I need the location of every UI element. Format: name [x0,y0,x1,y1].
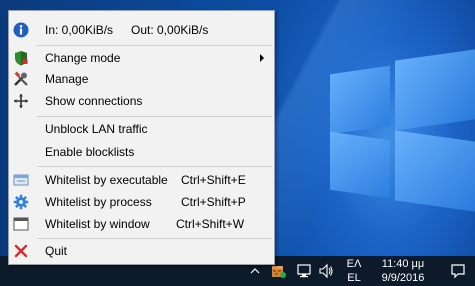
volume-tray-icon[interactable] [315,256,337,286]
clock[interactable]: 11:40 μμ 9/9/2016 [372,257,434,285]
executable-icon [13,174,29,186]
clock-time: 11:40 μμ [381,258,425,270]
traffic-status-row: In: 0,00KiB/s Out: 0,00KiB/s [9,19,274,41]
menu-item-label: Whitelist by executable [45,173,168,187]
chevron-up-icon [250,268,260,274]
clock-date: 9/9/2016 [381,272,425,284]
windows-logo-pane [395,49,475,131]
info-icon [13,22,29,38]
traffic-out-text: Out: 0,00KiB/s [131,23,209,37]
menu-item-label: Whitelist by process [45,195,152,209]
menu-item-whitelist-process[interactable]: Whitelist by process Ctrl+Shift+P [9,191,274,213]
menu-item-label: Unblock LAN traffic [45,122,148,136]
menu-item-unblock-lan[interactable]: Unblock LAN traffic [9,118,274,140]
tray-context-menu: In: 0,00KiB/s Out: 0,00KiB/s Change mode… [8,10,275,265]
firewall-icon [272,266,286,278]
menu-separator [37,238,272,239]
language-code-top: ΕΛ [346,258,362,270]
menu-item-change-mode[interactable]: Change mode [9,47,274,69]
close-icon [14,244,28,258]
action-center-button[interactable] [444,256,472,286]
tools-icon [14,71,28,86]
menu-item-quit[interactable]: Quit [9,240,274,262]
menu-item-whitelist-executable[interactable]: Whitelist by executable Ctrl+Shift+E [9,169,274,191]
gear-icon [13,194,29,210]
menu-item-whitelist-window[interactable]: Whitelist by window Ctrl+Shift+W [9,213,274,235]
windows-logo-pane [395,130,475,212]
menu-item-label: Whitelist by window [45,217,150,231]
menu-item-label: Manage [45,72,89,86]
window-icon [13,217,29,231]
menu-item-shortcut: Ctrl+Shift+P [181,195,246,209]
menu-item-shortcut: Ctrl+Shift+E [181,173,246,187]
menu-item-label: Show connections [45,94,143,108]
language-indicator[interactable]: ΕΛ EL [340,257,368,285]
connections-icon [14,94,28,108]
menu-item-show-connections[interactable]: Show connections [9,90,274,112]
menu-separator [37,45,272,46]
menu-item-label: Quit [45,244,68,258]
traffic-in-text: In: 0,00KiB/s [45,23,114,37]
windows-logo-pane [330,131,390,199]
network-tray-icon[interactable] [293,256,315,286]
menu-item-label: Enable blocklists [45,145,135,159]
language-code-bottom: EL [347,272,361,284]
network-icon [297,264,311,278]
windows-logo-pane [330,65,390,135]
submenu-arrow-icon [260,54,264,62]
menu-separator [37,116,272,117]
speaker-icon [319,263,333,279]
menu-item-manage[interactable]: Manage [9,68,274,90]
menu-separator [37,166,272,167]
shield-icon [15,51,28,66]
menu-item-enable-blocklists[interactable]: Enable blocklists [9,141,274,163]
menu-item-shortcut: Ctrl+Shift+W [176,217,245,231]
menu-item-label: Change mode [45,51,121,65]
notification-icon [451,264,465,279]
